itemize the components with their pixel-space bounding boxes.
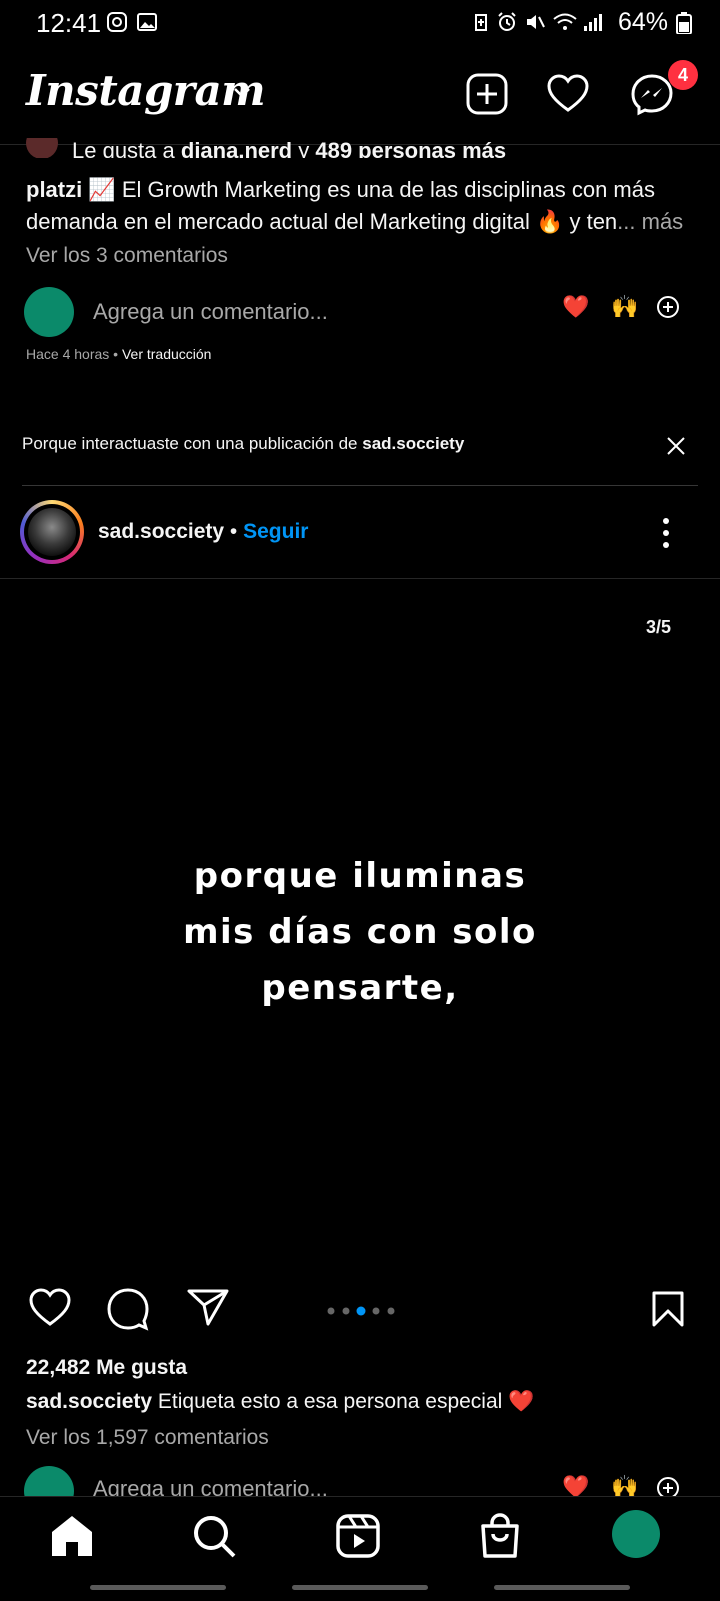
carousel-dot: [327, 1307, 335, 1315]
instagram-logo[interactable]: Instagram: [26, 66, 266, 115]
liked-by-count[interactable]: 489 personas más: [315, 138, 506, 158]
messenger-icon[interactable]: [630, 72, 674, 116]
carousel-dot: [342, 1307, 350, 1315]
like-icon[interactable]: [28, 1288, 72, 1328]
nav-gesture-recent[interactable]: [90, 1585, 226, 1590]
home-icon[interactable]: [48, 1512, 96, 1560]
shop-icon[interactable]: [476, 1512, 524, 1560]
chevron-down-icon[interactable]: [232, 86, 252, 100]
data-saver-icon: [475, 14, 487, 31]
follow-button[interactable]: Seguir: [243, 520, 308, 543]
post1-liked-by: Le gusta a diana.nerd y 489 personas más: [26, 138, 706, 158]
notification-badge: 4: [668, 60, 698, 90]
nav-gesture-home[interactable]: [292, 1585, 428, 1590]
reels-icon[interactable]: [334, 1512, 382, 1560]
caption-username[interactable]: sad.socciety: [26, 1390, 152, 1413]
translate-link[interactable]: Ver traducción: [122, 346, 212, 362]
comment-icon[interactable]: [106, 1287, 150, 1331]
share-icon[interactable]: [186, 1287, 230, 1327]
post1-meta: Hace 4 horas • Ver traducción: [26, 346, 212, 362]
caption-text: Etiqueta esto a esa persona especial ❤️: [152, 1390, 535, 1413]
battery-percentage: 64%: [617, 8, 668, 36]
own-avatar: [24, 1466, 74, 1496]
liked-by-prefix: Le gusta a: [72, 138, 181, 158]
quick-reaction-raised-hands[interactable]: 🙌: [611, 1474, 638, 1496]
time-ago: Hace 4 horas: [26, 346, 110, 362]
more-link[interactable]: ... más: [617, 209, 683, 234]
carousel-dot: [372, 1307, 380, 1315]
post2-likes[interactable]: 22,482 Me gusta: [26, 1356, 187, 1380]
search-icon[interactable]: [190, 1512, 238, 1560]
image-text-line: pensarte,: [261, 968, 459, 1008]
quick-reaction-raised-hands[interactable]: 🙌: [611, 294, 638, 320]
post2-avatar[interactable]: [28, 508, 76, 556]
profile-avatar[interactable]: [612, 1510, 660, 1558]
instagram-notification-icon: [107, 12, 127, 32]
add-comment-field[interactable]: Agrega un comentario...: [93, 299, 328, 325]
suggestion-divider: [22, 485, 698, 486]
post1-caption: platzi 📈 El Growth Marketing es una de l…: [26, 174, 696, 238]
nav-gesture-back[interactable]: [494, 1585, 630, 1590]
carousel-counter: 3/5: [646, 617, 672, 637]
quick-reaction-heart[interactable]: ❤️: [562, 1474, 589, 1496]
post2-comment-row: Agrega un comentario... ❤️ 🙌: [0, 1466, 720, 1496]
carousel-dots: [327, 1306, 395, 1316]
close-icon[interactable]: [665, 435, 687, 457]
add-reaction-icon[interactable]: [656, 1476, 680, 1496]
post2-view-comments[interactable]: Ver los 1,597 comentarios: [26, 1426, 269, 1450]
heart-icon[interactable]: [546, 72, 590, 116]
add-comment-field[interactable]: Agrega un comentario...: [93, 1476, 328, 1496]
image-text-line: mis días con solo: [183, 912, 537, 952]
post2-username[interactable]: sad.socciety: [98, 520, 224, 543]
separator-dot: •: [229, 520, 238, 543]
status-bar: 12:41 64%: [0, 0, 720, 46]
save-icon[interactable]: [651, 1290, 685, 1328]
suggestion-reason: Porque interactuaste con una publicación…: [22, 434, 464, 454]
wifi-icon: [553, 13, 577, 30]
quick-reaction-heart[interactable]: ❤️: [562, 294, 589, 320]
battery-icon: [676, 12, 692, 34]
own-avatar: [24, 287, 74, 337]
status-time: 12:41: [36, 8, 102, 38]
signal-icon: [584, 14, 602, 31]
add-reaction-icon[interactable]: [656, 295, 680, 319]
caption-text: 📈 El Growth Marketing es una de las disc…: [26, 177, 655, 234]
create-post-icon[interactable]: [465, 72, 509, 116]
image-text-line: porque iluminas: [193, 856, 527, 896]
carousel-dot-active: [356, 1306, 366, 1316]
liked-by-user[interactable]: diana.nerd: [181, 138, 292, 158]
suggestion-prefix: Porque interactuaste con una publicación…: [22, 434, 363, 453]
post2-caption: sad.socciety Etiqueta esto a esa persona…: [26, 1390, 534, 1414]
post2-header-text: sad.socciety • Seguir: [98, 520, 308, 544]
carousel-dot: [387, 1307, 395, 1315]
suggestion-user[interactable]: sad.socciety: [362, 434, 464, 453]
more-options-icon[interactable]: [660, 516, 672, 550]
liker-avatar[interactable]: [26, 138, 58, 158]
liked-by-mid: y: [292, 138, 316, 158]
view-comments-link[interactable]: Ver los 3 comentarios: [26, 244, 228, 268]
gallery-notification-icon: [137, 13, 157, 31]
post2-image-text: porque iluminas mis días con solo pensar…: [160, 848, 560, 1016]
mute-icon: [527, 15, 545, 29]
alarm-icon: [498, 12, 516, 31]
caption-username[interactable]: platzi: [26, 177, 82, 202]
